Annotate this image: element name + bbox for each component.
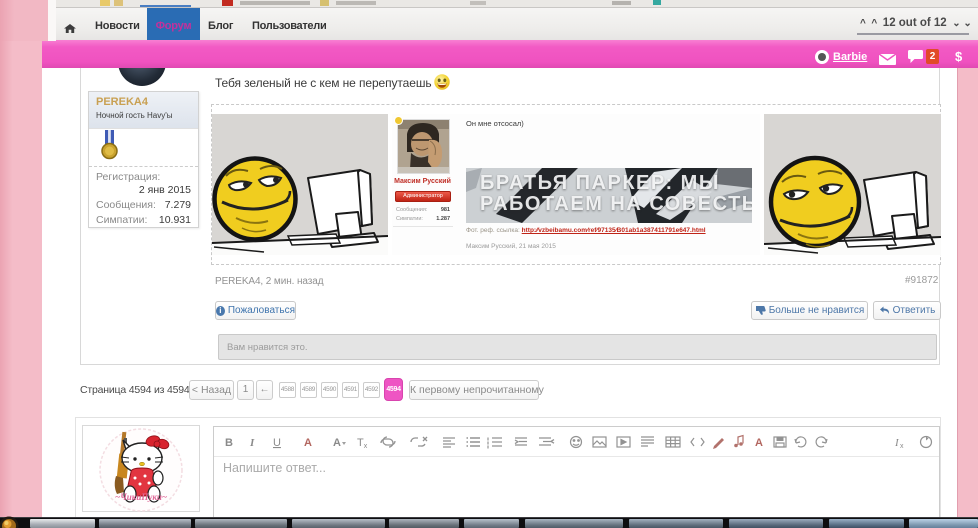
svg-text:I: I: [249, 437, 255, 449]
svg-text:A: A: [755, 437, 763, 449]
svg-text:B: B: [225, 437, 233, 449]
svg-text:Tx: Tx: [357, 437, 368, 450]
svg-text:U: U: [273, 437, 281, 449]
svg-text:~ЧикиПуки~: ~ЧикиПуки~: [115, 492, 167, 502]
svg-text:x: x: [900, 443, 904, 450]
svg-text:A: A: [304, 437, 312, 449]
svg-text:A: A: [333, 437, 341, 449]
